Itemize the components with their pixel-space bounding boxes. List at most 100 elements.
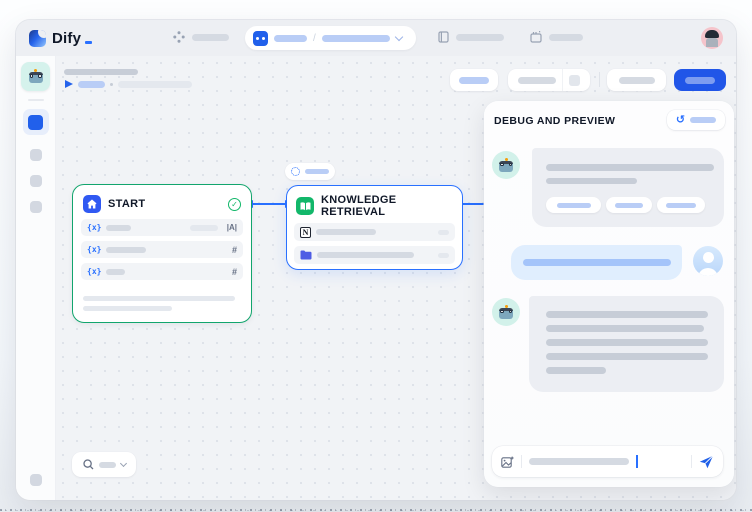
knowledge-source-row-notion[interactable]: N	[294, 223, 455, 241]
avatar-hair	[705, 30, 719, 38]
string-type-icon: |A|	[227, 223, 237, 232]
robot-icon	[498, 305, 514, 320]
edge-knowledge-out	[463, 203, 486, 205]
breadcrumb-separator: /	[313, 33, 316, 44]
suggested-questions	[546, 197, 710, 213]
blocks-icon	[28, 115, 43, 130]
nav-plugins[interactable]	[530, 31, 583, 43]
nav-docs[interactable]	[438, 31, 504, 43]
sidebar-app-icon[interactable]	[21, 62, 50, 91]
suggested-question-button[interactable]	[546, 197, 601, 213]
knowledge-retrieval-node[interactable]: KNOWLEDGE RETRIEVAL N	[286, 185, 463, 270]
search-zoom-icon	[83, 459, 94, 470]
apps-grid-icon	[173, 31, 185, 43]
suggestion-label-skeleton	[666, 203, 696, 208]
dify-logo[interactable]: Dify	[29, 27, 92, 49]
nav-explore[interactable]	[173, 31, 229, 43]
robot-icon	[28, 69, 44, 84]
node-running-badge	[285, 163, 335, 180]
notion-icon: N	[300, 227, 311, 238]
source-name-skeleton	[317, 252, 414, 258]
restart-icon: ↺	[676, 115, 685, 126]
workspace-name-skeleton	[274, 35, 307, 42]
loading-spinner-icon	[291, 167, 300, 176]
start-node-header: START ✓	[73, 185, 251, 219]
last-run-row	[65, 80, 192, 88]
publish-button[interactable]	[674, 69, 726, 91]
nav-docs-label-skeleton	[456, 34, 504, 41]
robot-icon	[498, 158, 514, 173]
source-meta-skeleton	[438, 230, 449, 235]
bot-message-bubble	[529, 296, 724, 392]
bot-avatar	[492, 298, 520, 326]
number-type-icon: #	[232, 267, 237, 277]
source-name-skeleton	[316, 229, 376, 235]
restart-label-skeleton	[690, 117, 716, 123]
image-upload-icon[interactable]	[501, 456, 514, 468]
send-icon[interactable]	[699, 455, 714, 469]
sidebar-item-4[interactable]	[30, 201, 42, 213]
nav-plugins-label-skeleton	[549, 34, 583, 41]
left-sidebar	[16, 56, 56, 500]
app-title-skeleton	[64, 69, 138, 75]
variable-glyph: {x}	[87, 223, 101, 232]
folder-icon	[300, 250, 312, 260]
knowledge-node-title: KNOWLEDGE RETRIEVAL	[321, 194, 453, 218]
run-label-skeleton	[78, 81, 105, 88]
logo-text: Dify	[52, 30, 81, 47]
screenshot-root: Dify /	[0, 0, 752, 512]
sidebar-item-workflow-active[interactable]	[23, 109, 49, 135]
source-meta-skeleton	[438, 253, 449, 258]
preview-button[interactable]	[607, 69, 666, 91]
panel-title: DEBUG AND PREVIEW	[494, 115, 615, 127]
bot-avatar	[492, 151, 520, 179]
knowledge-source-row-folder[interactable]	[294, 246, 455, 264]
message-line-skeleton	[546, 339, 708, 346]
bottom-noise-text-strip	[0, 503, 752, 512]
open-book-icon	[296, 197, 314, 215]
variable-name-skeleton	[106, 247, 146, 253]
app-robot-chip-icon	[253, 31, 268, 46]
run-meta-skeleton	[118, 81, 192, 88]
variable-value-skeleton	[190, 225, 218, 231]
dify-logo-icon	[29, 30, 46, 47]
zoom-control[interactable]	[72, 452, 136, 477]
suggested-question-button[interactable]	[606, 197, 652, 213]
dot-separator	[110, 83, 113, 86]
message-line-skeleton	[546, 178, 637, 185]
features-button[interactable]	[450, 69, 498, 91]
start-variable-row[interactable]: {x} #	[81, 241, 243, 258]
user-message-skeleton	[523, 259, 671, 266]
success-check-icon: ✓	[228, 198, 241, 211]
app-name-skeleton	[322, 35, 390, 42]
input-divider	[521, 455, 522, 468]
run-play-icon[interactable]	[65, 80, 73, 88]
user-avatar[interactable]	[701, 27, 723, 49]
preview-label-skeleton	[619, 77, 655, 84]
message-line-skeleton	[546, 353, 708, 360]
chevron-down-icon	[395, 32, 403, 40]
sidebar-item-settings[interactable]	[30, 474, 42, 486]
app-window: Dify /	[16, 20, 736, 500]
app-breadcrumb-pill[interactable]: /	[245, 26, 416, 50]
history-icon[interactable]	[569, 75, 580, 86]
restart-button[interactable]: ↺	[667, 110, 725, 130]
number-type-icon: #	[232, 245, 237, 255]
start-node[interactable]: START ✓ {x} |A| {x} # {x} #	[72, 184, 252, 323]
message-line-skeleton	[546, 311, 708, 318]
text-caret	[636, 455, 638, 468]
suggested-question-button[interactable]	[657, 197, 705, 213]
chat-input-bar[interactable]	[492, 446, 723, 477]
sidebar-item-3[interactable]	[30, 175, 42, 187]
message-line-skeleton	[546, 164, 714, 171]
suggestion-label-skeleton	[557, 203, 591, 208]
run-history-split-button[interactable]	[508, 69, 590, 91]
sidebar-divider	[28, 99, 44, 101]
sidebar-item-2[interactable]	[30, 149, 42, 161]
features-label-skeleton	[459, 77, 489, 84]
input-text-skeleton	[529, 458, 629, 465]
logo-underscore	[85, 41, 92, 44]
start-variable-row[interactable]: {x} |A|	[81, 219, 243, 236]
start-variable-row[interactable]: {x} #	[81, 263, 243, 280]
plugin-box-icon	[530, 31, 542, 43]
